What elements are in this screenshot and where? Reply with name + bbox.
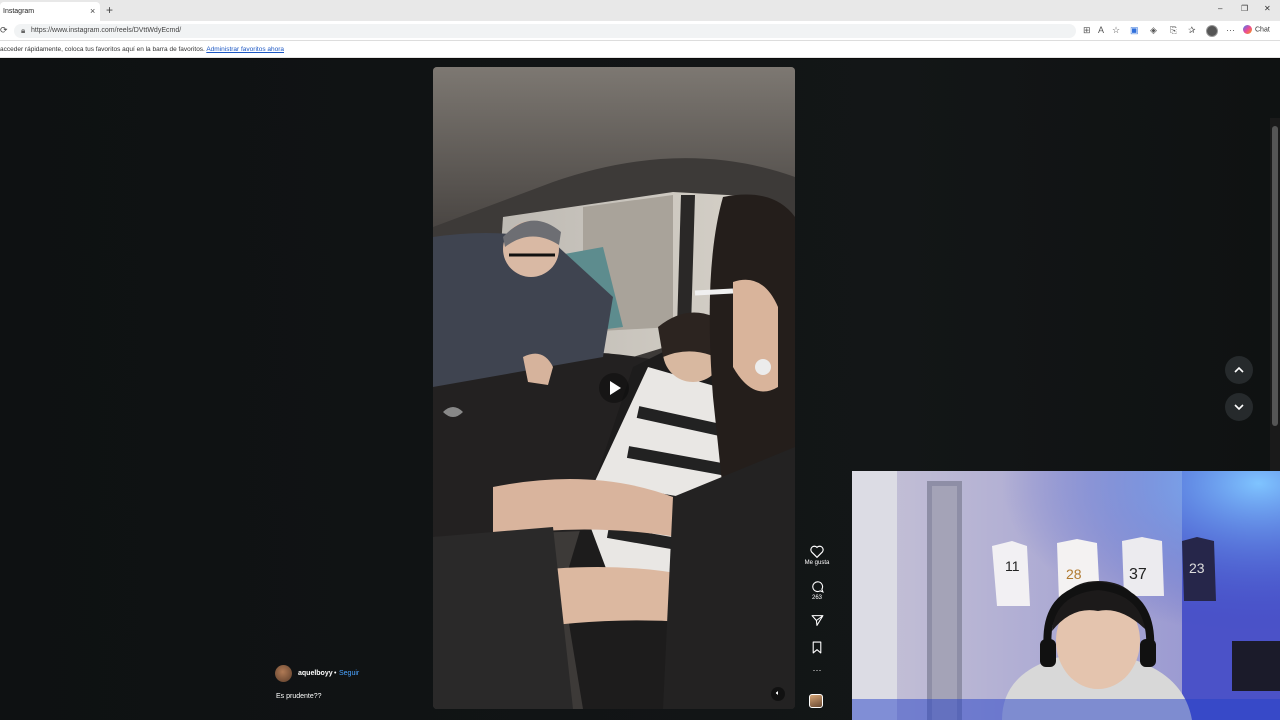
profile-avatar[interactable] — [1206, 25, 1218, 37]
chat-label: Chat — [1255, 26, 1270, 34]
svg-text:28: 28 — [1066, 566, 1082, 582]
svg-text:11: 11 — [1005, 558, 1020, 574]
svg-text:37: 37 — [1129, 566, 1147, 583]
more-icon: ··· — [812, 665, 822, 675]
app-icon[interactable]: ⊞ — [1083, 25, 1091, 36]
reel-video[interactable]: 🔈︎ — [433, 67, 795, 709]
favorites-hint-text: acceder rápidamente, coloca tus favorito… — [0, 46, 205, 53]
favorites-bar: acceder rápidamente, coloca tus favorito… — [0, 41, 1280, 58]
author-avatar[interactable] — [275, 665, 292, 682]
follow-button[interactable]: Seguir — [339, 670, 359, 677]
favorite-star-icon[interactable]: ☆ — [1112, 25, 1120, 36]
chevron-down-icon — [1234, 404, 1244, 411]
address-bar[interactable]: 🔒︎ https://www.instagram.com/reels/DVttW… — [14, 24, 1076, 38]
reload-icon[interactable]: ⟳ — [0, 25, 8, 36]
share-icon — [811, 615, 823, 626]
svg-text:23: 23 — [1189, 560, 1205, 576]
like-label: Me gusta — [804, 560, 830, 566]
chevron-up-icon — [1234, 366, 1244, 373]
reel-caption: Es prudente?? — [276, 693, 322, 700]
extension-icon[interactable]: ▣ — [1130, 25, 1139, 36]
copilot-chat-button[interactable]: Chat — [1243, 25, 1270, 34]
save-button[interactable] — [800, 641, 834, 654]
maximize-button[interactable]: ❐ — [1241, 4, 1248, 13]
minimize-button[interactable]: – — [1218, 4, 1222, 13]
browser-toolbar: ⟳ 🔒︎ https://www.instagram.com/reels/DVt… — [0, 21, 1280, 41]
comment-icon — [811, 581, 824, 593]
favorites-icon[interactable]: ✰ — [1188, 25, 1196, 36]
author-username[interactable]: aquelboyy — [298, 670, 333, 677]
url-text: https://www.instagram.com/reels/DVttWdyE… — [31, 27, 182, 34]
read-aloud-icon[interactable]: A — [1098, 25, 1104, 35]
tab-instagram[interactable]: Instagram × — [0, 2, 100, 21]
split-screen-icon[interactable]: ⎘ — [1170, 25, 1177, 36]
audio-thumbnail[interactable] — [809, 694, 823, 708]
favorites-hint: acceder rápidamente, coloca tus favorito… — [0, 46, 284, 53]
tab-close-button[interactable]: × — [90, 6, 95, 16]
comment-button[interactable]: 263 — [800, 580, 834, 601]
share-button[interactable] — [800, 614, 834, 627]
comment-count: 263 — [811, 595, 822, 601]
author-separator: • — [334, 670, 337, 677]
play-icon[interactable] — [599, 373, 629, 403]
shield-icon[interactable]: ◈ — [1150, 25, 1157, 36]
new-tab-button[interactable]: + — [106, 3, 113, 17]
tab-bar: Instagram × + – ❐ ✕ — [0, 0, 1280, 21]
next-reel-button[interactable] — [1225, 393, 1253, 421]
close-window-button[interactable]: ✕ — [1264, 4, 1271, 13]
lock-icon: 🔒︎ — [21, 26, 26, 35]
scrollbar-thumb[interactable] — [1272, 126, 1278, 426]
webcam-overlay: 11 28 37 23 — [852, 471, 1280, 720]
copilot-icon — [1243, 25, 1252, 34]
more-options-button[interactable]: ··· — [800, 665, 834, 675]
tab-title: Instagram — [3, 8, 35, 15]
like-button[interactable]: Me gusta — [800, 545, 834, 566]
page-scrollbar[interactable] — [1270, 118, 1280, 528]
previous-reel-button[interactable] — [1225, 356, 1253, 384]
manage-favorites-link[interactable]: Administrar favoritos ahora — [206, 46, 284, 53]
settings-more-icon[interactable]: ··· — [1226, 25, 1235, 35]
heart-icon — [810, 545, 824, 558]
mute-icon[interactable]: 🔈︎ — [771, 687, 785, 701]
bookmark-icon — [812, 641, 822, 654]
webcam-image: 11 28 37 23 — [852, 471, 1280, 720]
